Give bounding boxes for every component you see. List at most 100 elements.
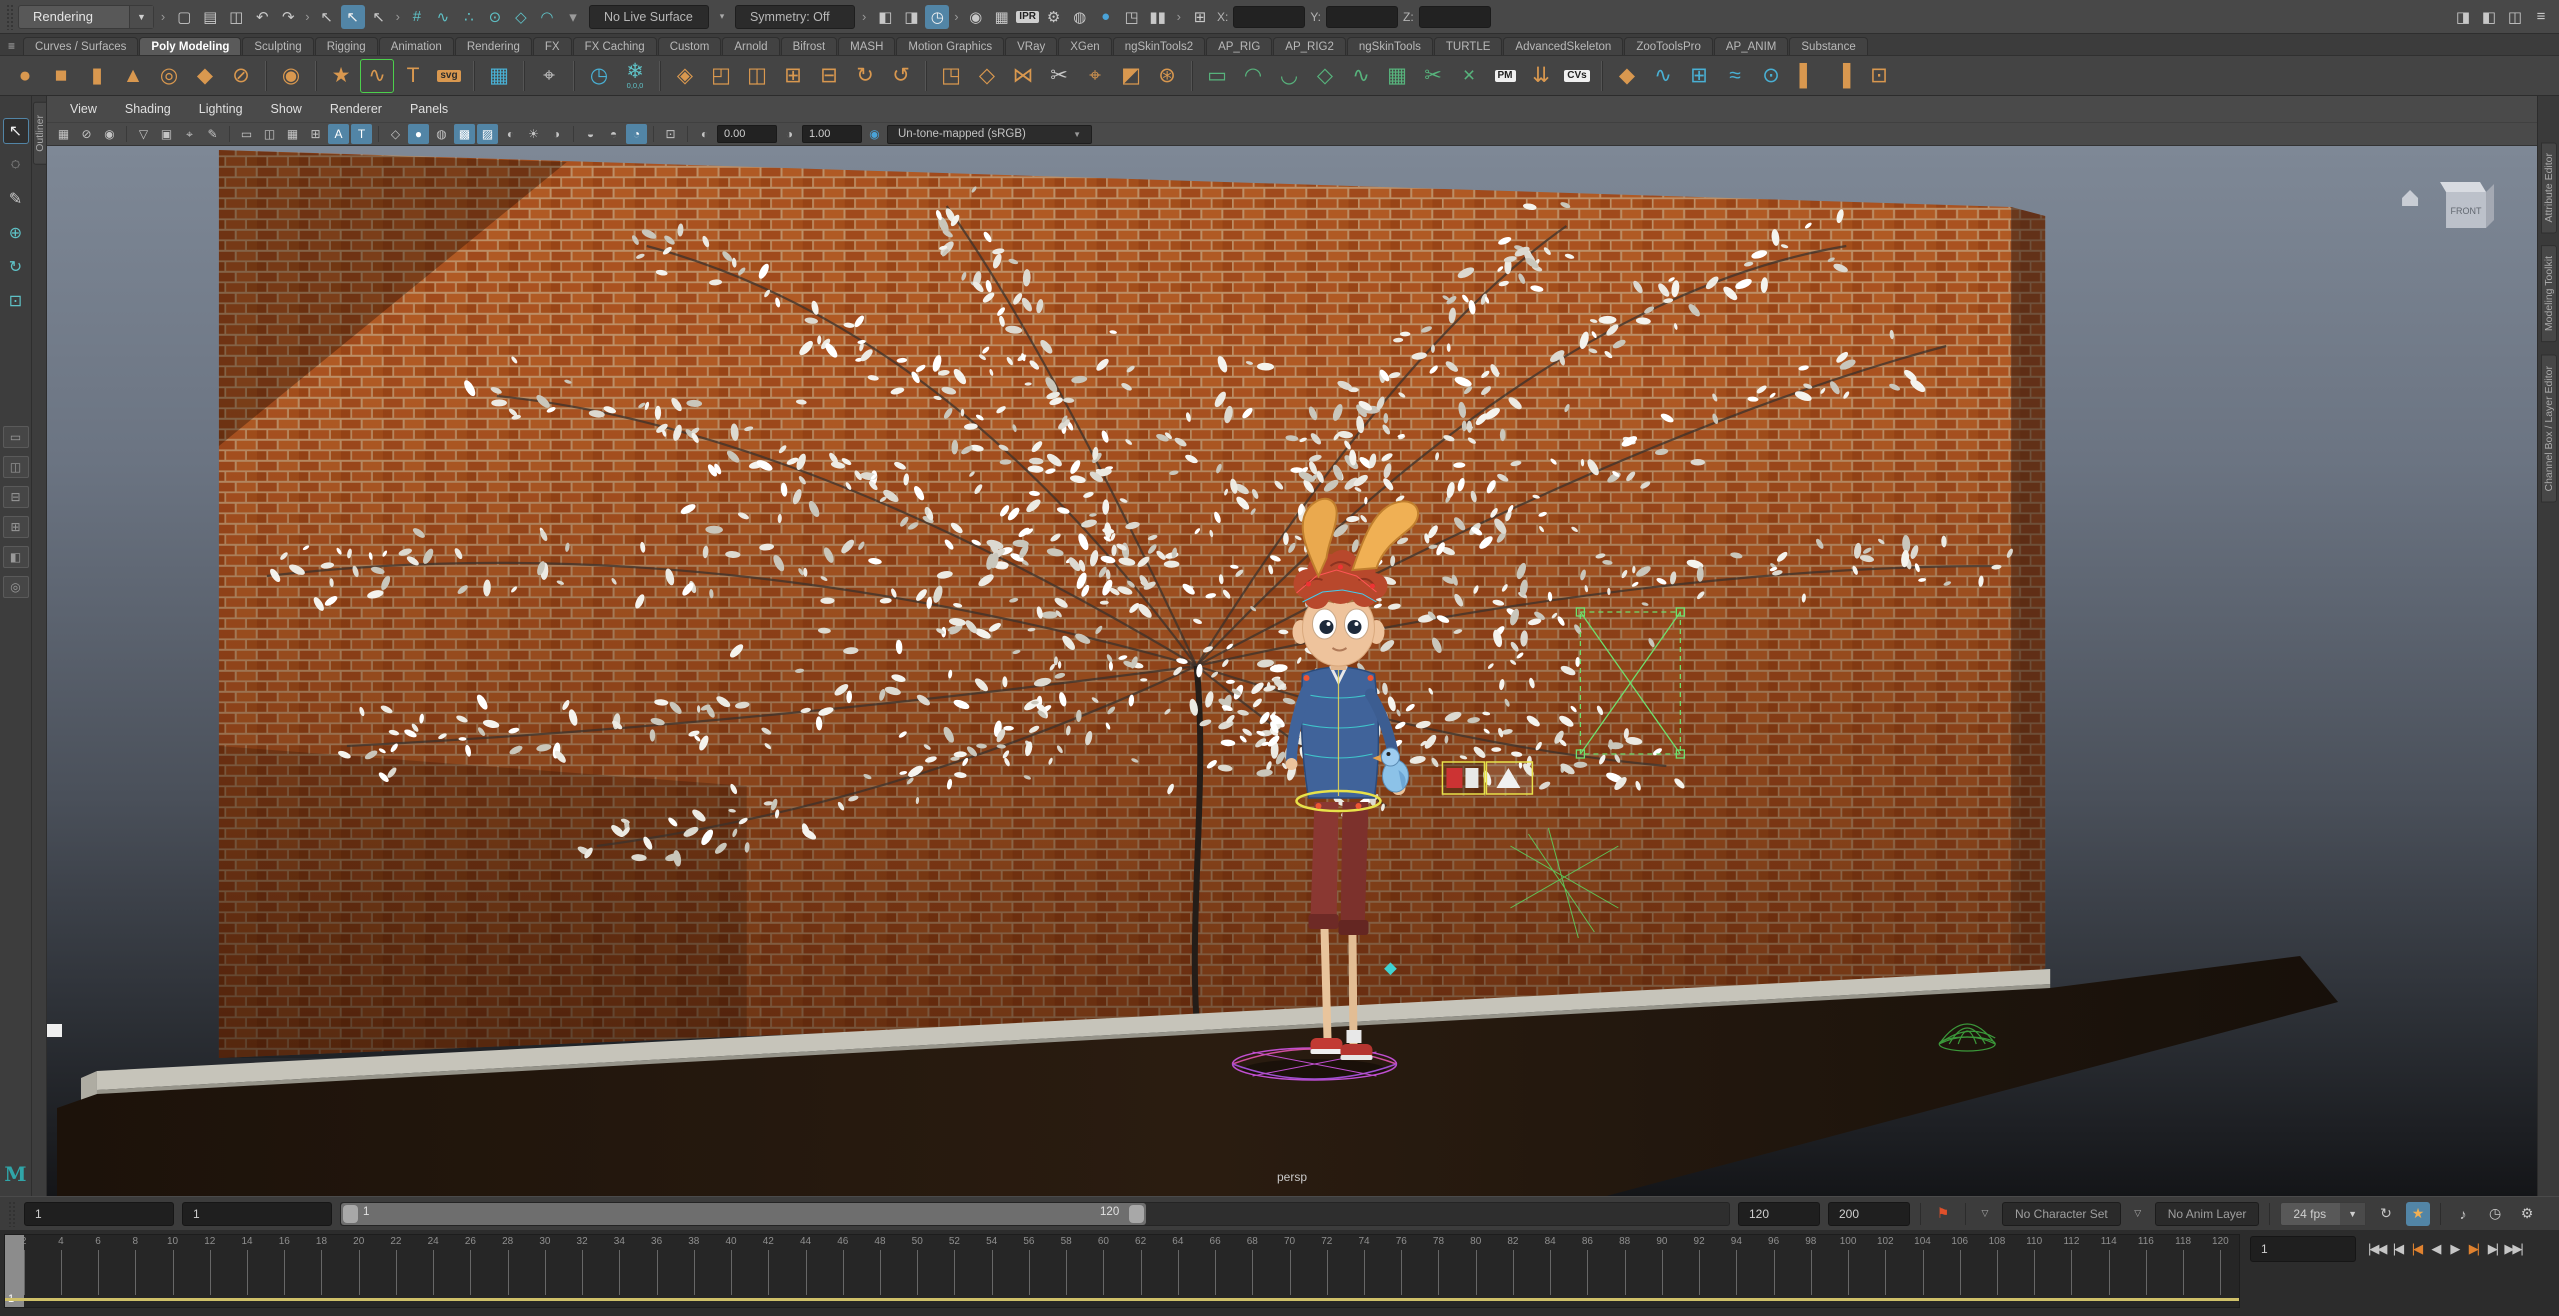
quad-draw-icon[interactable]: ◩: [1114, 59, 1148, 93]
absolute-transform-icon[interactable]: ⊞: [1188, 5, 1212, 29]
cylindrical-projection-icon[interactable]: ◠: [1236, 59, 1270, 93]
select-hierarchy-icon[interactable]: ↖: [315, 5, 339, 29]
select-component-icon[interactable]: ↖: [367, 5, 391, 29]
shelf-tab-ap-rig[interactable]: AP_RIG: [1206, 37, 1272, 55]
colorspace-dropdown[interactable]: Un-tone-mapped (sRGB)▼: [887, 125, 1092, 144]
anim-layer-dropdown-icon[interactable]: ▽: [2129, 1205, 2147, 1223]
layout-hypergraph[interactable]: ◎: [3, 576, 29, 598]
layout-outliner-persp[interactable]: ◧: [3, 546, 29, 568]
shelf-tab-poly-modeling[interactable]: Poly Modeling: [139, 37, 241, 55]
anim-layer-dropdown[interactable]: No Anim Layer: [2155, 1202, 2260, 1226]
combine-icon[interactable]: ◈: [668, 59, 702, 93]
poly-sphere-icon[interactable]: ●: [8, 59, 42, 93]
node-network-icon[interactable]: ⊡: [1862, 59, 1896, 93]
shelf-tab-fx-caching[interactable]: FX Caching: [573, 37, 657, 55]
snap-curve-icon[interactable]: ∿: [431, 5, 455, 29]
shelf-tab-fx[interactable]: FX: [533, 37, 572, 55]
render-settings-icon[interactable]: ⚙: [1042, 5, 1066, 29]
target-weld-icon[interactable]: ⌖: [1078, 59, 1112, 93]
svg-tool-icon[interactable]: svg: [432, 59, 466, 93]
poly-torus-icon[interactable]: ◎: [152, 59, 186, 93]
range-slider-highlight[interactable]: [341, 1203, 1146, 1225]
layout-three-panes[interactable]: ⊟: [3, 486, 29, 508]
status-line-grip[interactable]: [6, 4, 14, 30]
workspace-stack-icon[interactable]: ≡: [2529, 5, 2553, 29]
construction-history-icon[interactable]: ◷: [925, 5, 949, 29]
use-default-material-icon[interactable]: ◐: [500, 124, 521, 144]
gate-mask-icon[interactable]: ▦: [282, 124, 303, 144]
shelf-tab-custom[interactable]: Custom: [658, 37, 722, 55]
panel-menu-lighting[interactable]: Lighting: [186, 102, 256, 116]
range-start-handle[interactable]: [343, 1205, 358, 1223]
shelf-tab-sculpting[interactable]: Sculpting: [242, 37, 313, 55]
add-bookmark-icon[interactable]: ⚑: [1931, 1202, 1955, 1226]
make-live-icon[interactable]: ◠: [535, 5, 559, 29]
poly-cone-icon[interactable]: ▲: [116, 59, 150, 93]
character-set-dropdown[interactable]: No Character Set: [2002, 1202, 2121, 1226]
hypershade-icon[interactable]: ◍: [1068, 5, 1092, 29]
boolean-union-icon[interactable]: ↻: [848, 59, 882, 93]
play-backwards-button[interactable]: ◀: [2426, 1236, 2444, 1262]
sidebar-attribute-editor-icon[interactable]: ◨: [2451, 5, 2475, 29]
textured-icon[interactable]: ▩: [454, 124, 475, 144]
modeling-toolkit-icon[interactable]: ▦: [482, 59, 516, 93]
scene-canvas[interactable]: FRONT: [47, 146, 2537, 1196]
shelf-tab-mash[interactable]: MASH: [838, 37, 895, 55]
scale-tool[interactable]: ⊡: [3, 288, 29, 314]
image-plane-icon[interactable]: ▣: [156, 124, 177, 144]
toggle-cvs-display-icon[interactable]: CVs: [1560, 59, 1594, 93]
bookmark-icon[interactable]: ▽: [133, 124, 154, 144]
smooth-mesh-icon[interactable]: ⊞: [776, 59, 810, 93]
select-camera-icon[interactable]: ▦: [53, 124, 74, 144]
coord-input-y[interactable]: [1326, 6, 1398, 28]
panel-menu-show[interactable]: Show: [258, 102, 315, 116]
separate-icon[interactable]: ◰: [704, 59, 738, 93]
safe-title-icon[interactable]: T: [351, 124, 372, 144]
poly-cube-icon[interactable]: ■: [44, 59, 78, 93]
current-frame-field[interactable]: 1: [2250, 1236, 2356, 1262]
mute-audio-icon[interactable]: ♪: [2451, 1202, 2475, 1226]
shelf-tab-substance[interactable]: Substance: [1789, 37, 1867, 55]
shelf-tab-turtle[interactable]: TURTLE: [1434, 37, 1503, 55]
reduce-mesh-icon[interactable]: ⊟: [812, 59, 846, 93]
shelf-tab-ap-rig2[interactable]: AP_RIG2: [1273, 37, 1346, 55]
shelf-tab-rendering[interactable]: Rendering: [455, 37, 532, 55]
shelf-tab-advancedskeleton[interactable]: AdvancedSkeleton: [1503, 37, 1623, 55]
cut-uv-icon[interactable]: ✂: [1416, 59, 1450, 93]
film-gate-icon[interactable]: ▭: [236, 124, 257, 144]
select-tool[interactable]: ↖: [3, 118, 29, 144]
performance-settings-icon[interactable]: PM: [1488, 59, 1522, 93]
automatic-projection-icon[interactable]: ◇: [1308, 59, 1342, 93]
outliner-tab[interactable]: Outliner: [33, 102, 47, 165]
rotate-tool[interactable]: ↻: [3, 254, 29, 280]
brick-wall[interactable]: [219, 150, 2045, 1058]
2d-pan-zoom-icon[interactable]: ⌖: [179, 124, 200, 144]
panel-menu-renderer[interactable]: Renderer: [317, 102, 395, 116]
play-forwards-button[interactable]: ▶: [2445, 1236, 2463, 1262]
output-operations-icon[interactable]: ◨: [899, 5, 923, 29]
move-tool[interactable]: ⊕: [3, 220, 29, 246]
panel-menu-shading[interactable]: Shading: [112, 102, 184, 116]
playback-start-field[interactable]: 1: [182, 1202, 332, 1226]
shelf-tab-xgen[interactable]: XGen: [1058, 37, 1111, 55]
lighting-icon[interactable]: ☀: [523, 124, 544, 144]
shelf-tab-ap-anim[interactable]: AP_ANIM: [1714, 37, 1789, 55]
launch-render-setup-icon[interactable]: ◳: [1120, 5, 1144, 29]
xray-joints-icon[interactable]: ◓: [603, 124, 624, 144]
coord-input-x[interactable]: [1233, 6, 1305, 28]
panel-menu-view[interactable]: View: [57, 102, 110, 116]
selection-key-boxes[interactable]: [1442, 762, 1532, 794]
undo-icon[interactable]: ↶: [250, 5, 274, 29]
snap-point-icon[interactable]: ∴: [457, 5, 481, 29]
shelf-tab-rigging[interactable]: Rigging: [315, 37, 378, 55]
pause-viewport-icon[interactable]: ▮▮: [1146, 5, 1170, 29]
live-surface-field[interactable]: No Live Surface: [589, 5, 709, 29]
transfer-attributes-icon[interactable]: ⇊: [1524, 59, 1558, 93]
redo-icon[interactable]: ↷: [276, 5, 300, 29]
save-scene-icon[interactable]: ◫: [224, 5, 248, 29]
render-current-frame-icon[interactable]: ▦: [990, 5, 1014, 29]
poly-plane-icon[interactable]: ◆: [188, 59, 222, 93]
shelf-tab-ngskintools[interactable]: ngSkinTools: [1347, 37, 1433, 55]
grease-pencil-icon[interactable]: ✎: [202, 124, 223, 144]
animation-preferences-icon[interactable]: ⚙: [2515, 1202, 2539, 1226]
